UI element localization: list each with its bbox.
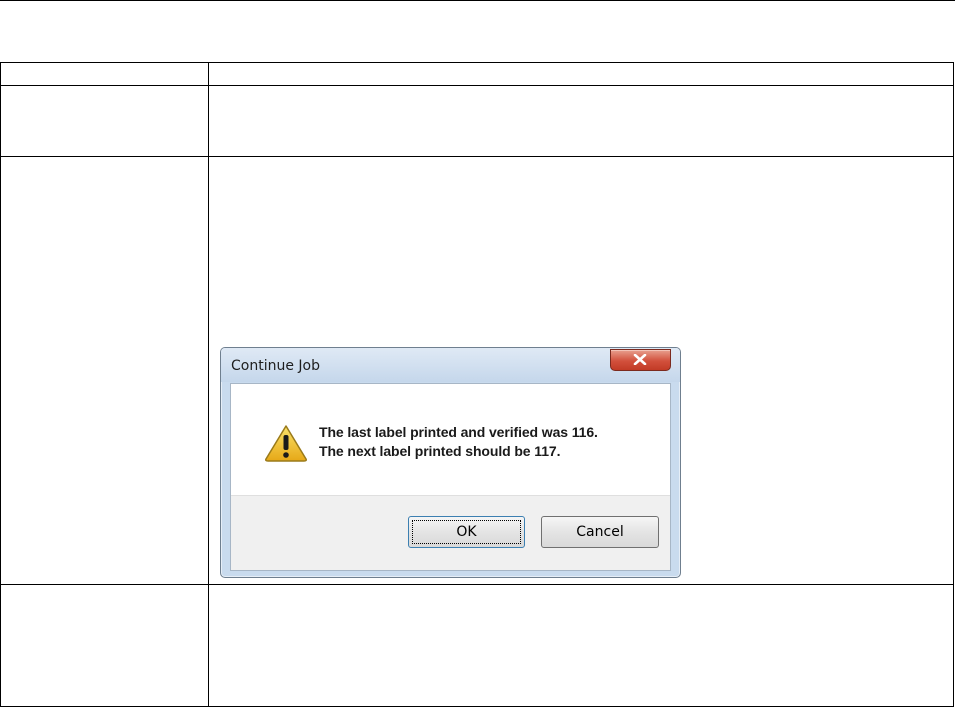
message-line-2: The next label printed should be 117.	[319, 443, 561, 459]
dialog-footer: OK Cancel	[231, 495, 670, 570]
dialog-titlebar[interactable]: Continue Job	[221, 348, 680, 382]
dialog-title: Continue Job	[231, 358, 320, 374]
table-header-row	[0, 62, 954, 86]
continue-job-dialog: Continue Job The last label printed and …	[220, 347, 681, 578]
table-row	[0, 85, 954, 157]
table-cell	[0, 156, 209, 585]
table-cell: Continue Job The last label printed and …	[208, 156, 954, 585]
table-cell	[208, 62, 954, 86]
warning-icon	[265, 425, 307, 462]
table-row	[0, 584, 954, 707]
close-button[interactable]	[610, 349, 671, 371]
close-icon	[633, 354, 647, 365]
ok-button[interactable]: OK	[408, 516, 525, 548]
cancel-button[interactable]: Cancel	[541, 516, 659, 548]
document-table: Continue Job The last label printed and …	[0, 62, 954, 707]
dialog-message: The last label printed and verified was …	[319, 423, 598, 461]
message-line-1: The last label printed and verified was …	[319, 424, 598, 440]
top-rule	[0, 0, 955, 1]
dialog-body: The last label printed and verified was …	[230, 383, 671, 571]
table-cell	[0, 584, 209, 707]
table-cell	[208, 584, 954, 707]
table-cell	[208, 85, 954, 157]
table-cell	[0, 62, 209, 86]
table-row: Continue Job The last label printed and …	[0, 156, 954, 585]
table-cell	[0, 85, 209, 157]
